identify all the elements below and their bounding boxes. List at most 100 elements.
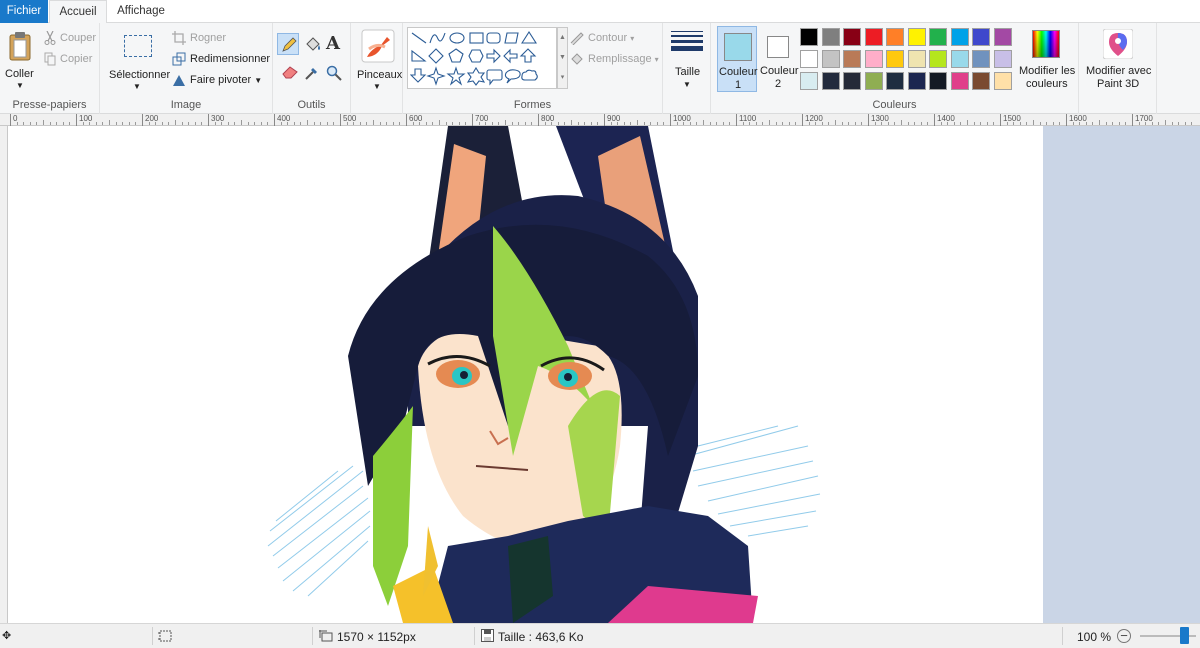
palette-swatch[interactable] bbox=[950, 72, 969, 90]
color2-button[interactable]: Couleur 2 bbox=[759, 26, 799, 92]
chevron-down-icon: ▼ bbox=[683, 80, 691, 89]
rotate-icon bbox=[173, 75, 185, 86]
ruler-minor-tick bbox=[788, 122, 790, 125]
ruler-minor-tick bbox=[696, 122, 698, 125]
ruler-minor-tick bbox=[1026, 122, 1028, 125]
crop-button[interactable]: Rogner bbox=[190, 32, 226, 44]
palette-swatch[interactable] bbox=[929, 28, 947, 46]
eraser-icon[interactable] bbox=[282, 65, 298, 79]
palette-swatch[interactable] bbox=[972, 28, 990, 46]
triangle-shape-icon bbox=[520, 30, 538, 44]
rounded-rectangle-shape-icon bbox=[486, 32, 501, 44]
palette-swatch[interactable] bbox=[843, 72, 861, 90]
palette-swatch[interactable] bbox=[929, 72, 947, 90]
ruler-minor-tick bbox=[993, 122, 995, 125]
palette-swatch[interactable] bbox=[864, 28, 883, 46]
ruler-minor-tick bbox=[214, 122, 216, 125]
palette-swatch[interactable] bbox=[843, 28, 861, 46]
shapes-scroll[interactable]: ▲ ▼ ▾ bbox=[557, 27, 568, 89]
palette-swatch[interactable] bbox=[950, 50, 969, 68]
ruler-minor-tick bbox=[1019, 122, 1021, 125]
palette-swatch[interactable] bbox=[800, 72, 818, 90]
cloud-callout-icon bbox=[521, 69, 538, 81]
ruler-minor-tick bbox=[894, 122, 896, 125]
palette-swatch[interactable] bbox=[886, 72, 904, 90]
palette-swatch[interactable] bbox=[907, 72, 926, 90]
ruler-minor-tick bbox=[571, 120, 572, 125]
drawing-canvas[interactable] bbox=[8, 126, 1043, 623]
palette-swatch[interactable] bbox=[993, 50, 1012, 68]
palette-swatch[interactable] bbox=[864, 50, 883, 68]
ruler-minor-tick bbox=[445, 122, 447, 125]
ruler-minor-tick bbox=[973, 122, 975, 125]
palette-swatch[interactable] bbox=[886, 50, 904, 68]
shapes-gallery[interactable] bbox=[407, 27, 557, 89]
shapes-gallery-icons bbox=[410, 30, 538, 86]
copy-button[interactable]: Copier bbox=[60, 53, 92, 65]
palette-swatch[interactable] bbox=[800, 28, 818, 46]
ruler-minor-tick bbox=[353, 122, 355, 125]
ruler-minor-tick bbox=[29, 122, 31, 125]
ruler-minor-tick bbox=[841, 122, 843, 125]
fill-button[interactable]: Remplissage ▾ bbox=[588, 53, 659, 65]
cut-button[interactable]: Couper bbox=[60, 32, 96, 44]
outline-button[interactable]: Contour ▾ bbox=[588, 32, 634, 44]
resize-button[interactable]: Redimensionner bbox=[190, 53, 270, 65]
brushes-button[interactable]: Pinceaux ▼ bbox=[353, 27, 402, 93]
edit-colors-label-1: Modifier les bbox=[1019, 65, 1076, 77]
ruler-minor-tick bbox=[623, 122, 625, 125]
palette-swatch[interactable] bbox=[821, 72, 840, 90]
fill-bucket-icon[interactable] bbox=[304, 36, 321, 53]
palette-swatch[interactable] bbox=[929, 50, 947, 68]
palette-swatch[interactable] bbox=[993, 28, 1012, 46]
chevron-down-icon: ▾ bbox=[630, 34, 635, 43]
file-size: Taille : 463,6 Ko bbox=[498, 630, 584, 644]
ruler-tick bbox=[472, 114, 473, 126]
tab-home[interactable]: Accueil bbox=[49, 0, 107, 24]
five-point-star-icon bbox=[446, 66, 466, 86]
color-picker-icon[interactable] bbox=[304, 65, 320, 81]
size-button[interactable]: Taille ▼ bbox=[665, 27, 709, 93]
zoom-slider-thumb[interactable] bbox=[1180, 627, 1189, 644]
palette-swatch[interactable] bbox=[972, 72, 990, 90]
tab-file[interactable]: Fichier bbox=[0, 0, 48, 23]
palette-swatch[interactable] bbox=[972, 50, 990, 68]
palette-swatch[interactable] bbox=[886, 28, 904, 46]
ruler-minor-tick bbox=[465, 122, 467, 125]
zoom-out-button[interactable]: − bbox=[1117, 629, 1131, 643]
ruler-minor-tick bbox=[531, 122, 533, 125]
text-tool-icon[interactable]: A bbox=[326, 33, 340, 54]
ruler-minor-tick bbox=[828, 122, 830, 125]
palette-swatch[interactable] bbox=[907, 50, 926, 68]
ruler-minor-tick bbox=[617, 122, 619, 125]
color1-button[interactable]: Couleur 1 bbox=[717, 26, 758, 92]
rotate-button[interactable]: Faire pivoter ▼ bbox=[190, 74, 262, 86]
palette-swatch[interactable] bbox=[800, 50, 818, 68]
pencil-tool[interactable] bbox=[277, 33, 299, 55]
edit-colors-button[interactable]: Modifier les couleurs bbox=[1015, 26, 1079, 92]
palette-swatch[interactable] bbox=[950, 28, 969, 46]
image-group: Sélectionner ▼ Rogner Redimensionner Fai… bbox=[100, 23, 273, 114]
tab-view[interactable]: Affichage bbox=[110, 0, 172, 23]
palette-swatch[interactable] bbox=[907, 28, 926, 46]
paste-button[interactable]: Coller ▼ bbox=[2, 27, 38, 93]
paint3d-button[interactable]: Modifier avec Paint 3D bbox=[1079, 26, 1157, 92]
palette-swatch[interactable] bbox=[864, 72, 883, 90]
ruler-minor-tick bbox=[1118, 122, 1120, 125]
ruler-minor-tick bbox=[313, 122, 315, 125]
ruler-minor-tick bbox=[1006, 122, 1008, 125]
select-button[interactable]: Sélectionner ▼ bbox=[106, 27, 170, 93]
chevron-down-icon: ▼ bbox=[16, 81, 24, 90]
tools-group: A Outils bbox=[273, 23, 351, 114]
ruler-minor-tick bbox=[835, 120, 836, 125]
palette-swatch[interactable] bbox=[843, 50, 861, 68]
palette-swatch[interactable] bbox=[821, 28, 840, 46]
oval-callout-icon bbox=[504, 69, 521, 84]
color1-swatch bbox=[724, 33, 752, 61]
ruler-minor-tick bbox=[254, 122, 256, 125]
palette-swatch[interactable] bbox=[821, 50, 840, 68]
palette-swatch[interactable] bbox=[993, 72, 1012, 90]
magnifier-icon[interactable] bbox=[326, 65, 342, 81]
ruler-tick bbox=[1132, 114, 1133, 126]
rectangle-shape-icon bbox=[469, 32, 484, 44]
